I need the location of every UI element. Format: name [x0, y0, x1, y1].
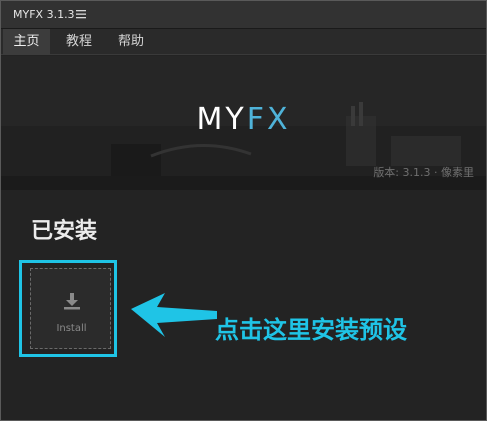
title-bar: MYFX 3.1.3 — [1, 1, 486, 29]
version-label: 版本: 3.1.3 · 像素里 — [373, 166, 474, 179]
annotation-callout: 点击这里安装预设 — [215, 316, 407, 344]
install-label: Install — [56, 323, 87, 334]
window-title: MYFX 3.1.3 — [13, 8, 75, 21]
hero-banner: MYFX 版本: 3.1.3 · 像素里 — [1, 56, 486, 190]
pointer-arrow-icon — [131, 293, 217, 337]
myfx-logo: MYFX — [1, 102, 486, 137]
download-icon — [64, 293, 80, 310]
installed-section-title: 已安装 — [31, 219, 98, 244]
tab-home[interactable]: 主页 — [3, 29, 50, 55]
app-window: MYFX 3.1.3 主页 教程 帮助 MYFX 版本: 3.1.3 · 像素里… — [0, 0, 487, 421]
logo-part-blue: FX — [246, 102, 291, 137]
tab-bar: 主页 教程 帮助 — [1, 29, 486, 55]
install-button[interactable]: Install — [30, 268, 111, 349]
tab-help[interactable]: 帮助 — [107, 29, 155, 55]
tab-tutorials[interactable]: 教程 — [55, 29, 103, 55]
hamburger-icon[interactable] — [75, 8, 87, 20]
logo-part-white: MY — [196, 102, 247, 137]
